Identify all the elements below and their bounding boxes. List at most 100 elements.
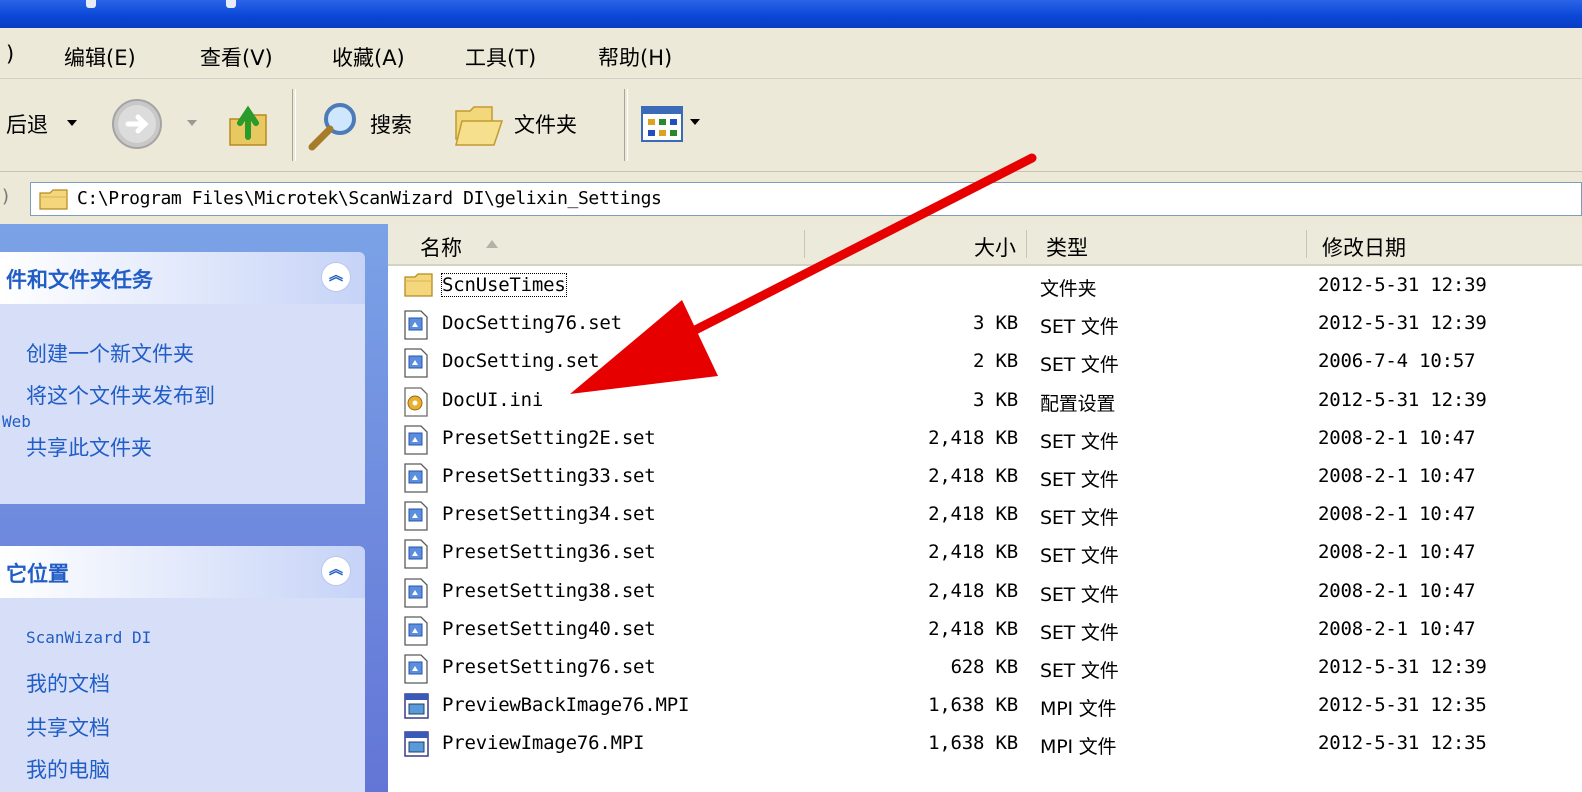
file-type: SET 文件 <box>1040 545 1119 568</box>
forward-icon[interactable] <box>110 97 164 151</box>
address-input[interactable]: C:\Program Files\Microtek\ScanWizard DI\… <box>30 182 1582 216</box>
file-type: SET 文件 <box>1040 507 1119 530</box>
table-row[interactable]: PresetSetting76.set 628 KB SET 文件 2012-5-31… <box>388 650 1582 688</box>
table-row[interactable]: PresetSetting2E.set 2,418 KB SET 文件 2008-2-… <box>388 421 1582 459</box>
file-type: SET 文件 <box>1040 621 1119 644</box>
table-row[interactable]: DocSetting.set 2 KB SET 文件 2006-7-4 10:57 <box>388 344 1582 382</box>
file-modified: 2008-2-1 10:47 <box>1318 617 1476 640</box>
column-header-name[interactable]: 名称 <box>420 232 462 262</box>
task-link-publish-web[interactable]: Web <box>2 412 31 431</box>
file-modified: 2008-2-1 10:47 <box>1318 541 1476 564</box>
file-type: SET 文件 <box>1040 660 1119 682</box>
title-bar <box>0 0 1582 28</box>
table-row[interactable]: DocUI.ini 3 KB 配置设置 2012-5-31 12:39 <box>388 383 1582 421</box>
file-name: PresetSetting40.set <box>442 617 656 640</box>
task-link-share-folder[interactable]: 共享此文件夹 <box>26 432 152 462</box>
set-file-icon <box>404 310 428 340</box>
task-link-new-folder[interactable]: 创建一个新文件夹 <box>26 338 194 368</box>
file-modified: 2012-5-31 12:39 <box>1318 312 1487 335</box>
title-bar-buttons-fragment <box>86 0 246 10</box>
address-bar: ) C:\Program Files\Microtek\ScanWizard D… <box>0 172 1582 224</box>
file-type: SET 文件 <box>1040 354 1119 377</box>
up-folder-icon[interactable] <box>226 101 272 149</box>
file-name: PreviewBackImage76.MPI <box>442 694 690 717</box>
file-type: SET 文件 <box>1040 316 1119 339</box>
menu-view[interactable]: 查看(V) <box>200 42 273 72</box>
menu-help[interactable]: 帮助(H) <box>598 42 672 72</box>
file-modified: 2008-2-1 10:47 <box>1318 503 1476 526</box>
file-modified: 2008-2-1 10:47 <box>1318 465 1476 487</box>
search-icon <box>308 103 356 151</box>
file-type: SET 文件 <box>1040 469 1119 491</box>
file-modified: 2012-5-31 12:39 <box>1318 274 1487 296</box>
toolbar-separator <box>292 89 296 161</box>
place-link-my-computer[interactable]: 我的电脑 <box>26 754 110 784</box>
menu-tools[interactable]: 工具(T) <box>465 42 536 72</box>
column-separator[interactable] <box>804 230 805 258</box>
table-row[interactable]: PresetSetting36.set 2,418 KB SET 文件 2008-2-… <box>388 535 1582 573</box>
menu-bar: ) 编辑(E) 查看(V) 收藏(A) 工具(T) 帮助(H) <box>0 28 1582 79</box>
file-type: MPI 文件 <box>1040 736 1117 759</box>
place-link-shared-documents[interactable]: 共享文档 <box>26 712 110 742</box>
column-header-type[interactable]: 类型 <box>1046 232 1088 262</box>
menu-favorites[interactable]: 收藏(A) <box>332 42 405 72</box>
file-type: MPI 文件 <box>1040 698 1117 721</box>
toolbar-separator <box>624 89 628 161</box>
forward-dropdown-icon[interactable] <box>184 115 200 131</box>
file-modified: 2012-5-31 12:39 <box>1318 388 1487 411</box>
table-row[interactable]: PreviewImage76.MPI 1,638 KB MPI 文件 2012-5-3… <box>388 726 1582 764</box>
views-icon[interactable] <box>640 105 710 145</box>
folders-icon <box>455 106 504 146</box>
menu-file-fragment[interactable]: ) <box>6 42 14 66</box>
file-name: DocSetting.set <box>442 350 600 373</box>
file-name: DocUI.ini <box>442 388 544 411</box>
table-row[interactable]: ScnUseTimes 文件夹 2012-5-31 12:39 <box>388 268 1582 306</box>
back-dropdown-icon[interactable] <box>64 115 80 131</box>
set-file-icon <box>404 577 428 608</box>
table-row[interactable]: PresetSetting38.set 2,418 KB SET 文件 2008-2-… <box>388 574 1582 612</box>
set-file-icon <box>404 425 428 455</box>
table-row[interactable]: DocSetting76.set 3 KB SET 文件 2012-5-31 12:3… <box>388 306 1582 344</box>
task-link-publish-folder[interactable]: 将这个文件夹发布到 <box>26 380 215 410</box>
folders-button[interactable]: 文件夹 <box>514 109 577 139</box>
file-name: PresetSetting76.set <box>442 656 656 678</box>
table-row[interactable]: PresetSetting33.set 2,418 KB SET 文件 2008-2-… <box>388 459 1582 497</box>
place-link-my-documents[interactable]: 我的文档 <box>26 668 110 698</box>
toolbar: 后退 搜索 文件夹 <box>0 79 1582 172</box>
file-size: 2,418 KB <box>928 503 1018 526</box>
set-file-icon <box>404 501 428 531</box>
column-header-modified[interactable]: 修改日期 <box>1322 232 1406 262</box>
file-list: 名称 大小 类型 修改日期 ScnUseTimes 文件夹 2012-5-31 12… <box>388 224 1582 792</box>
table-row[interactable]: PresetSetting40.set 2,418 KB SET 文件 2008-2-… <box>388 612 1582 650</box>
set-file-icon <box>404 463 428 493</box>
menu-edit[interactable]: 编辑(E) <box>64 42 136 72</box>
table-row[interactable]: PreviewBackImage76.MPI 1,638 KB MPI 文件 2012… <box>388 688 1582 726</box>
other-places-body: ScanWizard DI 我的文档 共享文档 我的电脑 <box>0 598 365 792</box>
file-modified: 2008-2-1 10:47 <box>1318 426 1476 449</box>
file-size: 2,418 KB <box>928 426 1018 449</box>
column-separator[interactable] <box>1026 230 1027 258</box>
task-pane: 件和文件夹任务 ︽ 创建一个新文件夹 将这个文件夹发布到 Web 共享此文件夹 … <box>0 224 388 792</box>
column-separator[interactable] <box>1306 230 1307 258</box>
set-file-icon <box>404 539 428 570</box>
file-tasks-title: 件和文件夹任务 <box>6 268 153 292</box>
file-size: 2,418 KB <box>928 579 1018 602</box>
back-button[interactable]: 后退 <box>6 109 48 139</box>
file-tasks-header[interactable]: 件和文件夹任务 ︽ <box>0 252 365 304</box>
collapse-icon[interactable]: ︽ <box>321 262 351 292</box>
file-size: 3 KB <box>973 312 1018 335</box>
file-tasks-body: 创建一个新文件夹 将这个文件夹发布到 Web 共享此文件夹 <box>0 304 365 504</box>
place-link-scanwizard[interactable]: ScanWizard DI <box>26 628 151 647</box>
search-button[interactable]: 搜索 <box>370 109 412 139</box>
file-type: SET 文件 <box>1040 583 1119 606</box>
file-size: 1,638 KB <box>928 694 1018 717</box>
address-label-fragment: ) <box>2 186 10 207</box>
table-row[interactable]: PresetSetting34.set 2,418 KB SET 文件 2008-2-… <box>388 497 1582 535</box>
address-path: C:\Program Files\Microtek\ScanWizard DI\… <box>77 188 662 209</box>
column-header-size[interactable]: 大小 <box>954 232 1016 262</box>
collapse-icon[interactable]: ︽ <box>321 556 351 586</box>
file-modified: 2012-5-31 12:39 <box>1318 656 1487 678</box>
other-places-header[interactable]: 它位置 ︽ <box>0 546 365 598</box>
file-size: 1,638 KB <box>928 732 1018 755</box>
file-modified: 2012-5-31 12:35 <box>1318 694 1487 717</box>
